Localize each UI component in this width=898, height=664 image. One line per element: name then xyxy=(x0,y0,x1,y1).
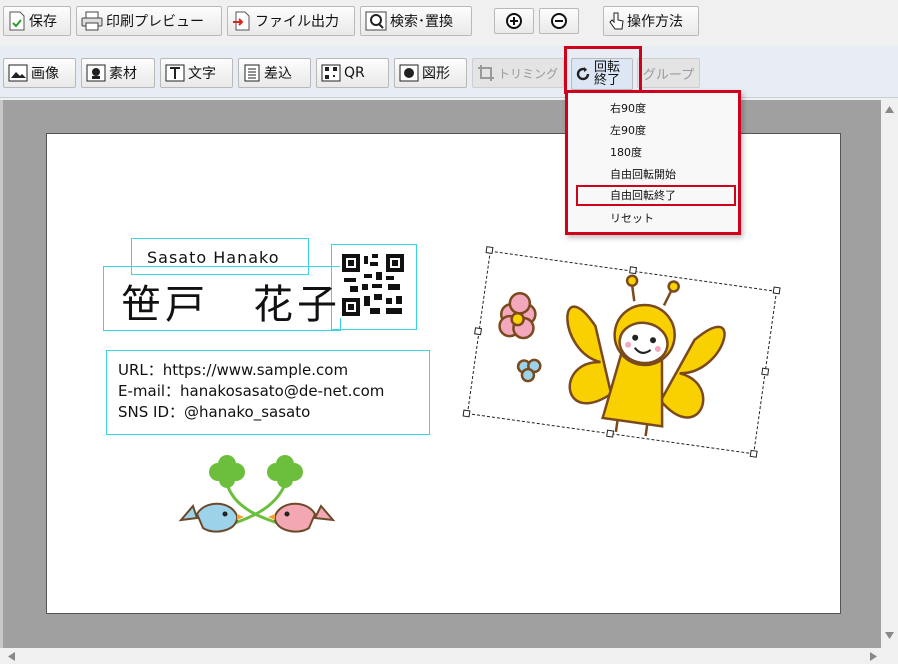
email-line: E-mail：hanakosasato@de-net.com xyxy=(118,382,385,400)
menu-item-free-rotate-end[interactable]: 自由回転終了 xyxy=(576,185,736,206)
qr-icon xyxy=(321,64,341,82)
menu-item-rotate-180[interactable]: 180度 xyxy=(578,142,736,163)
menu-item-rotate-right-90[interactable]: 右90度 xyxy=(578,98,736,119)
contact-block: URL：https://www.sample.com E-mail：hanako… xyxy=(118,360,384,423)
how-to-label: 操作方法 xyxy=(627,14,683,30)
file-export-icon xyxy=(233,11,250,31)
shape-label: 図形 xyxy=(422,66,450,82)
zoom-in-button[interactable] xyxy=(494,8,534,34)
text-button[interactable]: 文字 xyxy=(160,58,233,88)
crop-icon xyxy=(478,65,494,81)
file-output-label: ファイル出力 xyxy=(255,14,339,30)
trimming-button[interactable]: トリミング xyxy=(472,58,564,88)
save-label: 保存 xyxy=(29,14,57,30)
vertical-scrollbar[interactable] xyxy=(881,100,898,648)
group-button[interactable]: グループ xyxy=(637,58,700,88)
horizontal-scrollbar[interactable] xyxy=(0,648,898,664)
text-icon xyxy=(165,64,185,82)
zoom-out-button[interactable] xyxy=(539,8,579,34)
zoom-in-icon xyxy=(506,13,522,29)
menu-item-rotate-left-90[interactable]: 左90度 xyxy=(578,120,736,141)
menu-item-free-rotate-start[interactable]: 自由回転開始 xyxy=(578,164,736,185)
menu-item-reset[interactable]: リセット xyxy=(578,208,736,229)
text-label: 文字 xyxy=(188,66,216,82)
image-icon xyxy=(8,64,28,82)
search-icon xyxy=(365,11,387,31)
sns-line: SNS ID：@hanako_sasato xyxy=(118,403,311,421)
how-to-button[interactable]: 操作方法 xyxy=(603,6,699,36)
scroll-up-arrow-icon[interactable] xyxy=(885,106,894,113)
name-text: 笹戸 花子 xyxy=(121,282,341,328)
save-button[interactable]: 保存 xyxy=(3,6,71,36)
clover-birds-illustration[interactable] xyxy=(175,450,340,555)
search-replace-button[interactable]: 検索･置換 xyxy=(360,6,472,36)
search-replace-label: 検索･置換 xyxy=(390,14,453,30)
butterfly-girl-object[interactable] xyxy=(462,246,781,458)
print-preview-button[interactable]: 印刷プレビュー xyxy=(76,6,222,36)
romaji-name: Sasato Hanako xyxy=(147,248,280,267)
rotate-button-highlight xyxy=(564,46,642,94)
image-button[interactable]: 画像 xyxy=(3,58,76,88)
url-line: URL：https://www.sample.com xyxy=(118,361,349,379)
scroll-right-arrow-icon[interactable] xyxy=(870,652,877,661)
rotate-dropdown-menu: 右90度 左90度 180度 自由回転開始 自由回転終了 リセット xyxy=(565,90,741,235)
edit-toolbar: 画像 素材 文字 差込 QR 図形 トリミング 回転 終了 グループ xyxy=(0,46,898,98)
print-preview-label: 印刷プレビュー xyxy=(106,14,204,30)
merge-label: 差込 xyxy=(264,66,292,82)
butterfly-girl-image xyxy=(498,274,726,437)
qr-button[interactable]: QR xyxy=(316,58,389,88)
hand-pointer-icon xyxy=(609,12,624,30)
group-label: グループ xyxy=(642,67,695,83)
image-label: 画像 xyxy=(31,66,59,82)
file-output-button[interactable]: ファイル出力 xyxy=(227,6,355,36)
trimming-label: トリミング xyxy=(498,66,559,81)
merge-button[interactable]: 差込 xyxy=(238,58,311,88)
canvas-area: Sasato Hanako 笹戸 花子 URL：https://www.samp… xyxy=(3,100,881,648)
scroll-down-arrow-icon[interactable] xyxy=(885,632,894,639)
qr-code-image xyxy=(340,252,406,318)
main-toolbar: 保存 印刷プレビュー ファイル出力 検索･置換 操作方法 xyxy=(0,0,898,46)
merge-list-icon xyxy=(244,64,260,82)
save-icon xyxy=(9,11,25,31)
qr-label: QR xyxy=(344,65,365,81)
zoom-out-icon xyxy=(551,13,567,29)
shape-button[interactable]: 図形 xyxy=(394,58,467,88)
material-icon xyxy=(86,64,106,82)
scroll-left-arrow-icon[interactable] xyxy=(8,652,15,661)
printer-icon xyxy=(81,11,103,31)
shape-icon xyxy=(399,64,419,82)
material-button[interactable]: 素材 xyxy=(81,58,155,88)
material-label: 素材 xyxy=(109,66,137,82)
